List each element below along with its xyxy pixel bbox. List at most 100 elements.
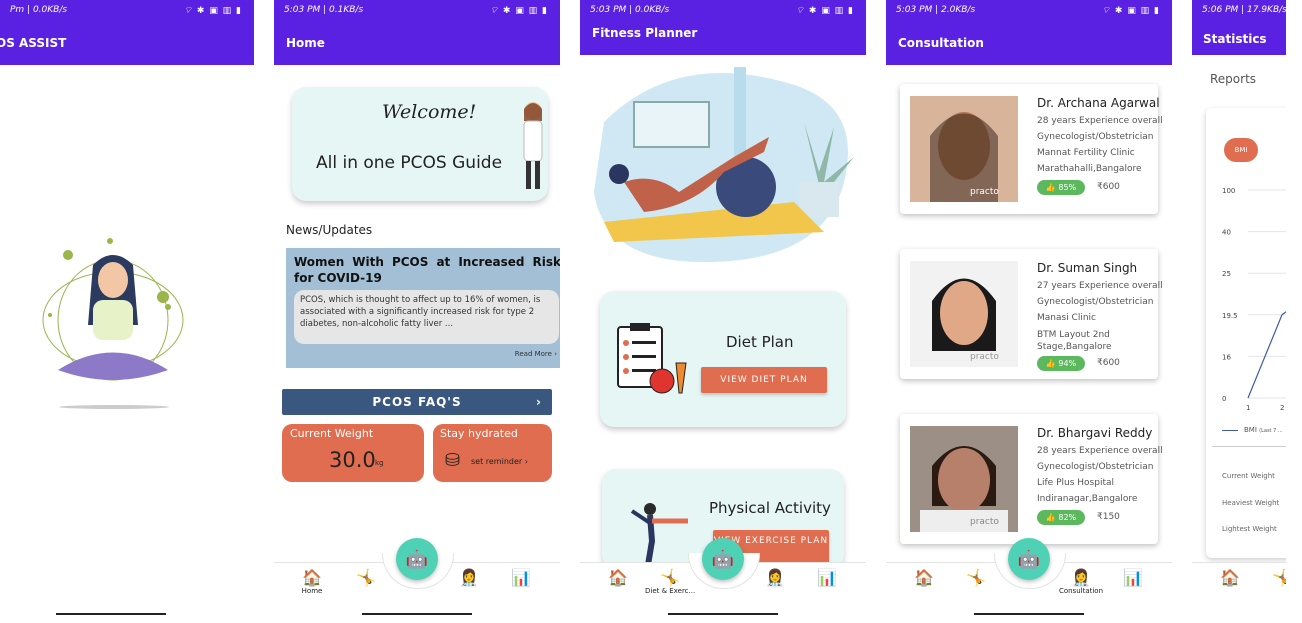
bmi-line-chart: 0 16 19.5 25 40 100 1 2 bbox=[1222, 187, 1286, 412]
chart-icon: 📊 bbox=[817, 568, 837, 587]
chatbot-fab[interactable]: 🤖 bbox=[396, 538, 438, 580]
status-time: 5:03 PM | 2.0KB/s bbox=[896, 5, 976, 15]
doctor-icon: 👩‍⚕️ bbox=[1071, 568, 1091, 587]
status-icons: ⌔ ✱ ▣ ▥ ▮ bbox=[183, 6, 242, 16]
lightest-weight-stat: Lightest Weight bbox=[1222, 525, 1277, 533]
doctor-clinic: Mannat Fertility Clinic bbox=[1037, 148, 1135, 158]
nav-home[interactable]: 🏠 bbox=[1205, 569, 1255, 587]
doctor-rating: 👍 85% bbox=[1037, 180, 1085, 195]
nav-diet[interactable]: 🤸 bbox=[951, 569, 1001, 587]
nav-diet[interactable]: 🤸 Diet & Exerc... bbox=[645, 569, 695, 596]
app-title: Consultation bbox=[898, 36, 984, 50]
legend-swatch bbox=[1222, 429, 1238, 431]
exercise-icon: 🤸 bbox=[356, 568, 376, 587]
doctor-location: Marathahalli,Bangalore bbox=[1037, 164, 1142, 174]
gesture-bar bbox=[56, 613, 166, 615]
doctor-location: BTM Layout 2nd Stage,Bangalore bbox=[1037, 330, 1112, 352]
doctor-clinic: Life Plus Hospital bbox=[1037, 478, 1114, 488]
nav-diet[interactable]: 🤸 bbox=[1257, 569, 1286, 587]
status-time: 5:06 PM | 17.9KB/s bbox=[1202, 5, 1286, 15]
current-weight-tile[interactable]: Current Weight 30.0 kg bbox=[282, 424, 424, 482]
y-tick-label: 0 bbox=[1222, 395, 1226, 403]
chevron-right-icon: › bbox=[536, 395, 542, 409]
y-tick-label: 19.5 bbox=[1222, 312, 1238, 320]
screen-statistics: 5:06 PM | 17.9KB/s Statistics Reports BM… bbox=[1192, 0, 1286, 623]
doctor-rating-value: 85% bbox=[1058, 183, 1077, 192]
faq-button[interactable]: PCOS FAQ'S › bbox=[282, 389, 552, 415]
welcome-card[interactable]: Welcome! All in one PCOS Guide bbox=[292, 87, 548, 201]
news-body: PCOS, which is thought to affect up to 1… bbox=[294, 290, 559, 344]
y-tick-label: 100 bbox=[1222, 187, 1235, 195]
nav-consult-label: Consultation bbox=[1058, 587, 1104, 595]
doctor-card[interactable]: practo Dr. Suman Singh 27 years Experien… bbox=[900, 249, 1163, 379]
nav-home-label: Home bbox=[301, 587, 323, 595]
heaviest-weight-stat: Heaviest Weight bbox=[1222, 499, 1280, 507]
nav-stats[interactable]: 📊 bbox=[496, 569, 546, 587]
robot-icon: 🤖 bbox=[711, 548, 735, 570]
doctor-specialty: Gynecologist/Obstetrician bbox=[1037, 297, 1154, 307]
doctor-experience: 28 years Experience overall bbox=[1037, 116, 1163, 126]
view-diet-plan-button[interactable]: VIEW DIET PLAN bbox=[701, 367, 827, 393]
doctor-name: Dr. Suman Singh bbox=[1037, 261, 1138, 275]
doctor-experience: 28 years Experience overall bbox=[1037, 446, 1163, 456]
doctor-rating-value: 94% bbox=[1058, 359, 1077, 368]
practo-watermark: practo bbox=[970, 352, 999, 362]
status-bar: 5:03 PM | 0.1KB/s ⌔ ✱ ▣ ▥ ▮ bbox=[274, 0, 560, 22]
nav-diet[interactable]: 🤸 bbox=[341, 569, 391, 587]
legend-note: (Last 7 ... bbox=[1259, 428, 1283, 434]
doctor-icon: 👩‍⚕️ bbox=[459, 568, 479, 587]
doctor-photo: practo bbox=[910, 426, 1018, 532]
nav-home[interactable]: 🏠 bbox=[899, 569, 949, 587]
x-tick-label: 2 bbox=[1280, 404, 1284, 412]
doctor-name: Dr. Bhargavi Reddy bbox=[1037, 426, 1153, 440]
home-icon: 🏠 bbox=[608, 568, 628, 587]
nav-consult[interactable]: 👩‍⚕️ bbox=[444, 569, 494, 587]
status-bar: 5:03 PM | 2.0KB/s ⌔ ✱ ▣ ▥ ▮ bbox=[886, 0, 1172, 22]
app-title: Fitness Planner bbox=[592, 26, 698, 40]
stay-hydrated-tile[interactable]: Stay hydrated ⛁ set reminder › bbox=[433, 424, 552, 482]
chatbot-fab[interactable]: 🤖 bbox=[702, 538, 744, 580]
doctor-card[interactable]: practo Dr. Archana Agarwal 28 years Expe… bbox=[900, 84, 1163, 214]
nav-home[interactable]: 🏠 bbox=[593, 569, 643, 587]
app-bar: OS ASSIST bbox=[0, 22, 254, 65]
current-weight-stat: Current Weight bbox=[1222, 472, 1275, 480]
physical-activity-title: Physical Activity bbox=[709, 499, 831, 517]
nav-consult[interactable]: 👩‍⚕️ Consultation bbox=[1056, 568, 1106, 596]
practo-watermark: practo bbox=[970, 517, 999, 527]
diet-plan-title: Diet Plan bbox=[726, 333, 794, 351]
exercise-icon: 🤸 bbox=[966, 568, 986, 587]
app-title: Statistics bbox=[1203, 32, 1267, 46]
guide-subtitle: All in one PCOS Guide bbox=[316, 153, 503, 173]
yoga-pose-icon bbox=[630, 503, 688, 571]
doctor-card[interactable]: practo Dr. Bhargavi Reddy 28 years Exper… bbox=[900, 414, 1163, 544]
nav-home[interactable]: 🏠 Home bbox=[287, 569, 337, 596]
app-bar: Statistics bbox=[1192, 22, 1286, 55]
news-card[interactable]: Women With PCOS at Increased Risk for CO… bbox=[286, 248, 560, 368]
doctor-photo: practo bbox=[910, 96, 1018, 202]
bmi-chip[interactable]: BMI bbox=[1224, 138, 1258, 162]
nav-stats[interactable]: 📊 bbox=[1108, 569, 1158, 587]
read-more-link[interactable]: Read More › bbox=[515, 350, 557, 358]
diet-plan-card[interactable]: Diet Plan VIEW DIET PLAN bbox=[600, 291, 846, 427]
bottom-nav: 🏠 🤸 bbox=[1192, 562, 1286, 603]
home-icon: 🏠 bbox=[914, 568, 934, 587]
status-time: 5:03 PM | 0.0KB/s bbox=[590, 5, 670, 15]
doctor-fee: ₹600 bbox=[1097, 182, 1120, 192]
nav-consult[interactable]: 👩‍⚕️ bbox=[750, 569, 800, 587]
gesture-bar bbox=[668, 613, 778, 615]
status-icons: ⌔ ✱ ▣ ▥ ▮ bbox=[489, 6, 548, 16]
screen-home: 5:03 PM | 0.1KB/s ⌔ ✱ ▣ ▥ ▮ Home Welcome… bbox=[274, 0, 560, 623]
meditation-illustration bbox=[42, 238, 184, 409]
doctor-photo: practo bbox=[910, 261, 1018, 367]
nav-stats[interactable]: 📊 bbox=[802, 569, 852, 587]
diet-chart-icon bbox=[617, 323, 687, 394]
doctor-specialty: Gynecologist/Obstetrician bbox=[1037, 132, 1154, 142]
chatbot-fab[interactable]: 🤖 bbox=[1008, 538, 1050, 580]
doctor-experience: 27 years Experience overall bbox=[1037, 281, 1163, 291]
app-title: Home bbox=[286, 36, 325, 50]
set-reminder-link[interactable]: set reminder › bbox=[471, 457, 528, 466]
chart-icon: 📊 bbox=[511, 568, 531, 587]
stats-card: BMI 0 16 19.5 25 40 100 1 2 BMI (Last 7 ... Cur… bbox=[1206, 108, 1286, 558]
screen-consultation: 5:03 PM | 2.0KB/s ⌔ ✱ ▣ ▥ ▮ Consultation… bbox=[886, 0, 1172, 623]
robot-icon: 🤖 bbox=[1017, 548, 1041, 570]
